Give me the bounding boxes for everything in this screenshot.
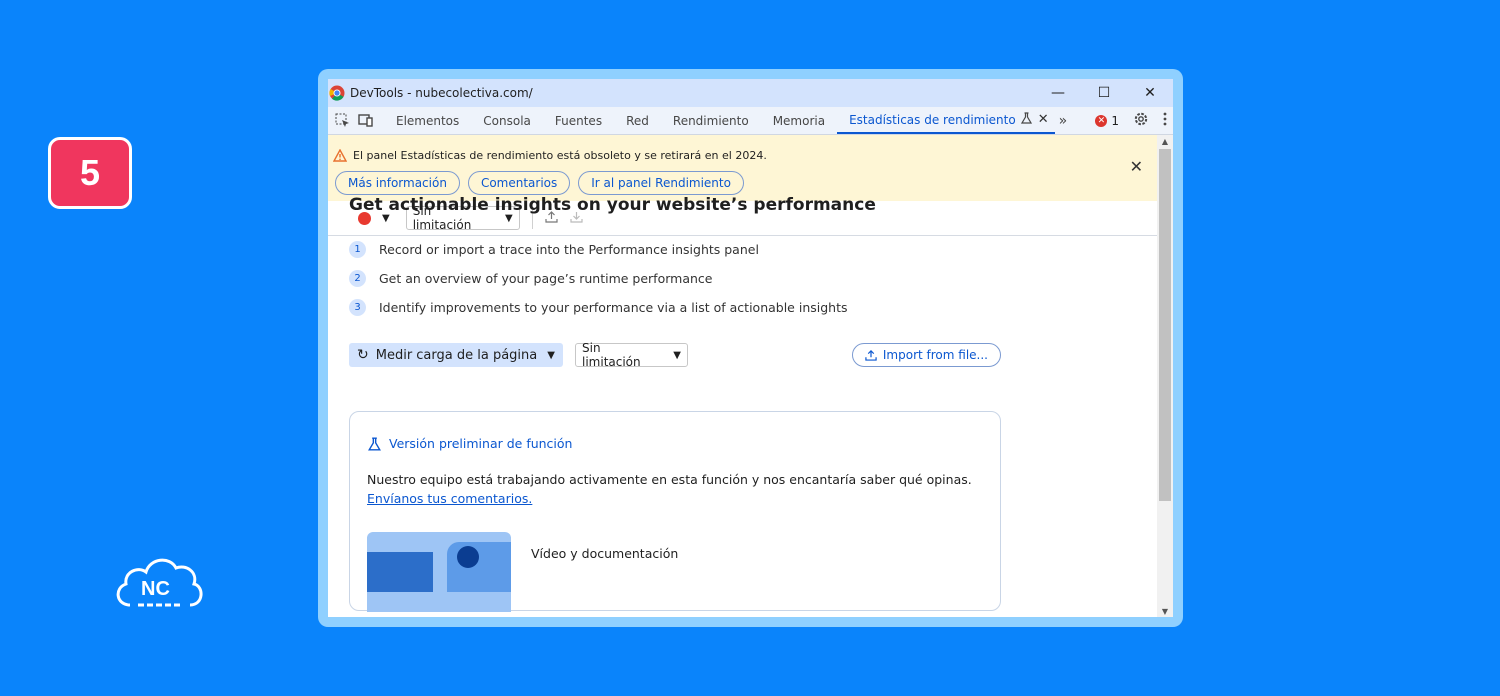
- import-label: Import from file...: [882, 348, 988, 362]
- step-text: Identify improvements to your performanc…: [379, 300, 848, 315]
- tab-consola[interactable]: Consola: [471, 107, 543, 134]
- minimize-button[interactable]: —: [1035, 79, 1081, 107]
- play-icon: [457, 546, 479, 568]
- tab-red[interactable]: Red: [614, 107, 661, 134]
- step-number: 1: [349, 241, 366, 258]
- throttle-select-main[interactable]: Sin limitación ▼: [575, 341, 688, 369]
- window-title: DevTools - nubecolectiva.com/: [350, 86, 533, 100]
- error-counter[interactable]: ✕ 1: [1095, 114, 1119, 128]
- step-item: 1 Record or import a trace into the Perf…: [349, 235, 848, 264]
- tab-estadisticas-rendimiento[interactable]: Estadísticas de rendimiento ✕: [837, 107, 1055, 134]
- tab-fuentes[interactable]: Fuentes: [543, 107, 614, 134]
- scrollbar-thumb[interactable]: [1159, 149, 1171, 501]
- video-docs-label[interactable]: Vídeo y documentación: [531, 546, 678, 561]
- deprecation-warning: El panel Estadísticas de rendimiento est…: [328, 135, 1157, 201]
- title-bar: DevTools - nubecolectiva.com/ — ☐ ✕: [328, 79, 1173, 107]
- vertical-scrollbar[interactable]: ▲ ▼: [1157, 135, 1173, 617]
- upload-icon: [865, 349, 877, 361]
- window-controls: — ☐ ✕: [1035, 79, 1173, 107]
- warning-message: El panel Estadísticas de rendimiento est…: [353, 149, 767, 162]
- scroll-down-icon[interactable]: ▼: [1157, 605, 1173, 617]
- reload-icon: ↻: [357, 347, 369, 363]
- step-number: 2: [349, 270, 366, 287]
- close-warning-icon[interactable]: ✕: [1130, 157, 1143, 176]
- more-tabs-icon[interactable]: »: [1059, 113, 1068, 129]
- flask-icon: [368, 436, 381, 451]
- actions-row: ↻ Medir carga de la página ▼ Sin limitac…: [349, 341, 1001, 369]
- tab-elementos[interactable]: Elementos: [384, 107, 471, 134]
- steps-list: 1 Record or import a trace into the Perf…: [349, 235, 848, 322]
- devtools-window: DevTools - nubecolectiva.com/ — ☐ ✕ Elem…: [328, 79, 1173, 617]
- import-from-file-button[interactable]: Import from file...: [851, 343, 1001, 367]
- throttle-value: Sin limitación: [582, 341, 641, 369]
- panel-tab-bar: Elementos Consola Fuentes Red Rendimient…: [328, 107, 1173, 135]
- close-tab-icon[interactable]: ✕: [1038, 112, 1049, 127]
- scroll-up-icon[interactable]: ▲: [1157, 135, 1173, 147]
- error-count: 1: [1111, 113, 1119, 128]
- feature-description: Nuestro equipo está trabajando activamen…: [367, 470, 989, 508]
- feature-preview-label: Versión preliminar de función: [389, 436, 573, 451]
- inspect-element-icon[interactable]: [332, 111, 352, 131]
- maximize-button[interactable]: ☐: [1081, 79, 1127, 107]
- step-text: Get an overview of your page’s runtime p…: [379, 271, 713, 286]
- step-item: 2 Get an overview of your page’s runtime…: [349, 264, 848, 293]
- page-heading: Get actionable insights on your website’…: [349, 195, 876, 215]
- flask-icon: [1020, 112, 1032, 127]
- chevron-down-icon[interactable]: ▼: [547, 350, 555, 361]
- chevron-down-icon: ▼: [673, 349, 681, 361]
- close-window-button[interactable]: ✕: [1127, 79, 1173, 107]
- chrome-icon: [329, 85, 345, 101]
- step-text: Record or import a trace into the Perfor…: [379, 242, 759, 257]
- measure-label: Medir carga de la página: [375, 347, 538, 363]
- step-item: 3 Identify improvements to your performa…: [349, 293, 848, 322]
- error-icon: ✕: [1095, 114, 1108, 127]
- settings-gear-icon[interactable]: [1133, 111, 1149, 130]
- more-options-icon[interactable]: [1163, 112, 1167, 129]
- measure-page-load-button[interactable]: ↻ Medir carga de la página ▼: [349, 343, 563, 367]
- video-thumbnail[interactable]: [367, 532, 511, 612]
- screenshot-frame: DevTools - nubecolectiva.com/ — ☐ ✕ Elem…: [318, 69, 1183, 627]
- comments-button[interactable]: Comentarios: [467, 171, 571, 195]
- warning-icon: [333, 149, 347, 162]
- feature-preview-link[interactable]: Versión preliminar de función: [368, 436, 572, 451]
- step-number-badge: 5: [48, 137, 132, 209]
- more-info-button[interactable]: Más información: [335, 171, 460, 195]
- tab-memoria[interactable]: Memoria: [761, 107, 837, 134]
- description-text: Nuestro equipo está trabajando activamen…: [367, 472, 972, 487]
- svg-text:NC: NC: [141, 578, 170, 600]
- tab-label: Estadísticas de rendimiento: [849, 112, 1016, 127]
- tab-rendimiento[interactable]: Rendimiento: [661, 107, 761, 134]
- device-toolbar-icon[interactable]: [356, 111, 376, 131]
- go-to-performance-button[interactable]: Ir al panel Rendimiento: [578, 171, 744, 195]
- send-feedback-link[interactable]: Envíanos tus comentarios.: [367, 491, 532, 506]
- step-number: 3: [349, 299, 366, 316]
- nube-colectiva-logo: NC: [116, 558, 203, 607]
- feature-preview-card: Versión preliminar de función Nuestro eq…: [349, 411, 1001, 612]
